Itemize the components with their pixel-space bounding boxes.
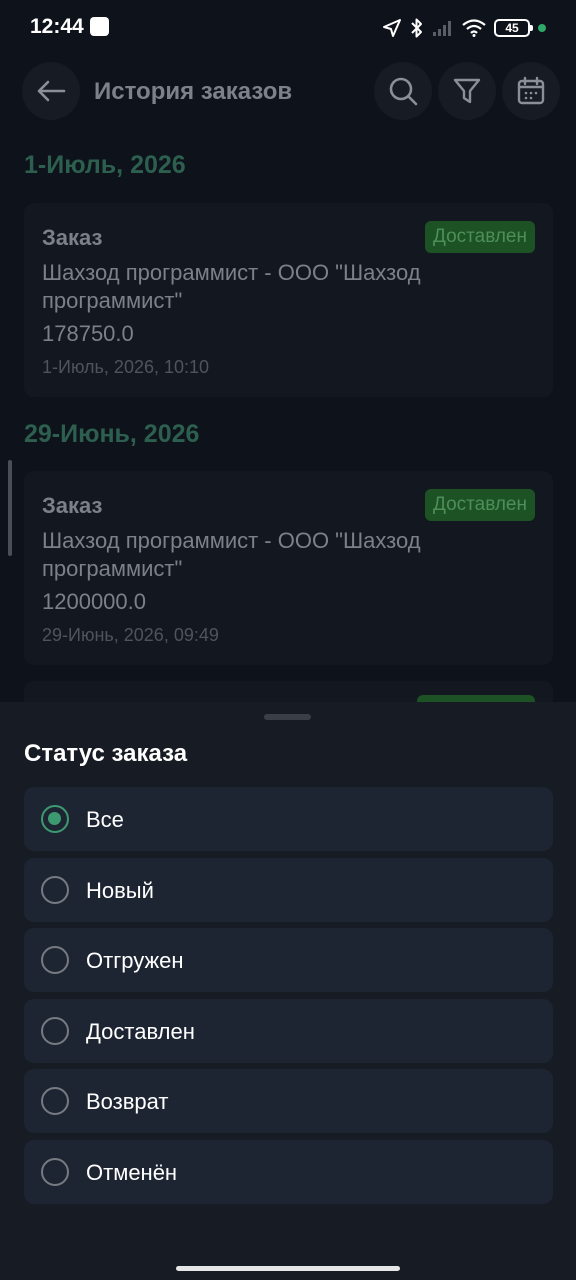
notification-icon xyxy=(90,17,109,36)
privacy-dot xyxy=(538,24,546,32)
sheet-title: Статус заказа xyxy=(24,740,188,767)
filter-button[interactable] xyxy=(438,62,496,120)
radio-selected-icon xyxy=(41,805,69,833)
back-button[interactable] xyxy=(22,62,80,120)
option-label: Отменён xyxy=(86,1159,178,1185)
option-label: Возврат xyxy=(86,1089,169,1114)
bluetooth-icon xyxy=(410,17,424,39)
radio-icon xyxy=(41,1157,69,1186)
scrollbar[interactable] xyxy=(8,460,12,556)
status-time: 12:44 xyxy=(30,15,84,38)
home-indicator[interactable] xyxy=(176,1266,400,1271)
order-amount: 1200000.0 xyxy=(42,589,146,614)
option-label: Все xyxy=(86,807,124,832)
option-label: Доставлен xyxy=(86,1018,195,1044)
status-option-all[interactable]: Все xyxy=(24,787,553,851)
order-company: Шахзод программист - ООО "Шахзод програм… xyxy=(42,260,421,313)
radio-icon xyxy=(41,946,69,974)
radio-icon xyxy=(41,1087,69,1115)
status-option-shipped[interactable]: Отгружен xyxy=(24,928,553,992)
status-filter-sheet: Статус заказа Все Новый Отгружен Доставл… xyxy=(0,702,576,1280)
status-option-returned[interactable]: Возврат xyxy=(24,1069,553,1133)
calendar-icon xyxy=(517,76,545,105)
calendar-button[interactable] xyxy=(502,62,560,120)
option-label: Отгружен xyxy=(86,948,184,973)
status-option-new[interactable]: Новый xyxy=(24,857,553,922)
status-option-delivered[interactable]: Доставлен xyxy=(24,998,553,1063)
order-company: Шахзод программист - ООО "Шахзод програм… xyxy=(42,528,421,581)
order-datetime: 1-Июль, 2026, 10:10 xyxy=(42,357,210,377)
radio-icon xyxy=(41,875,69,904)
wifi-icon xyxy=(462,19,486,37)
filter-icon xyxy=(453,78,481,104)
order-datetime: 29-Июнь, 2026, 09:49 xyxy=(42,625,219,645)
order-amount: 178750.0 xyxy=(42,321,134,346)
date-group-header: 29-Июнь, 2026 xyxy=(24,420,200,448)
app-header: История заказов xyxy=(0,60,576,124)
radio-icon xyxy=(41,1016,69,1045)
status-option-cancelled[interactable]: Отменён xyxy=(24,1139,553,1204)
status-options: Все Новый Отгружен Доставлен Возврат Отм… xyxy=(24,787,553,1210)
battery-icon: 45 xyxy=(494,19,533,37)
status-badge: Доставлен xyxy=(424,489,535,521)
arrow-left-icon xyxy=(37,80,66,102)
status-badge: Доставлен xyxy=(424,221,535,253)
status-bar: 12:44 45 xyxy=(0,0,576,56)
date-group-header: 1-Июль, 2026 xyxy=(24,151,186,179)
status-icons: 45 xyxy=(382,14,546,42)
order-card[interactable]: Заказ Доставлен Шахзод программист - ООО… xyxy=(24,471,553,665)
order-label: Заказ xyxy=(42,493,103,518)
signal-icon xyxy=(432,19,454,37)
sheet-drag-handle[interactable] xyxy=(264,714,311,720)
option-label: Новый xyxy=(86,877,154,903)
search-button[interactable] xyxy=(374,62,432,120)
order-card[interactable]: Заказ Доставлен Шахзод программист - ООО… xyxy=(24,203,553,397)
page-title: История заказов xyxy=(94,78,293,105)
search-icon xyxy=(389,77,418,106)
location-icon xyxy=(382,18,402,38)
order-label: Заказ xyxy=(42,225,103,250)
